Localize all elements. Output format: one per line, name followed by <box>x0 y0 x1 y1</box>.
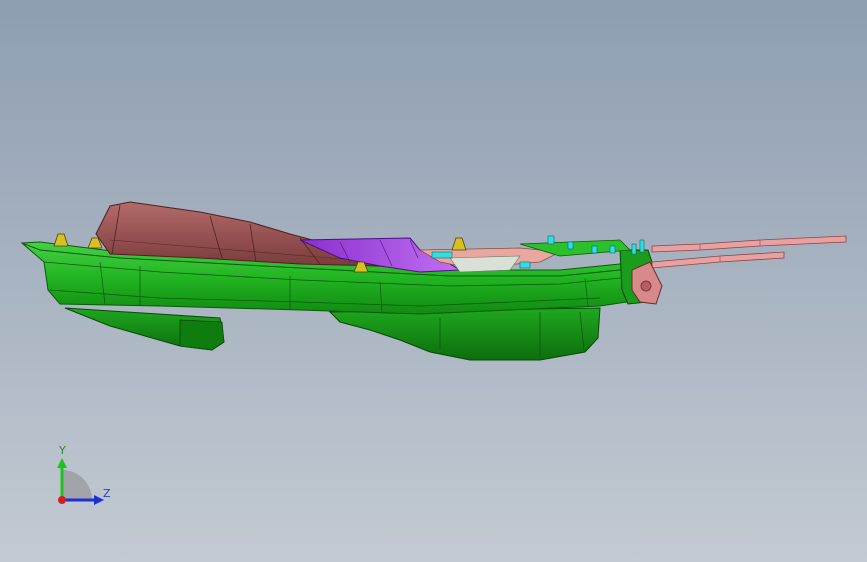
triad-plane <box>62 470 92 500</box>
y-axis-arrow <box>57 458 67 468</box>
graphics-viewport[interactable]: Y Z <box>0 0 867 562</box>
pink-blades <box>651 235 847 269</box>
x-axis-dot <box>58 496 66 504</box>
y-axis-label: Y <box>59 444 66 457</box>
z-axis-label: Z <box>103 487 111 500</box>
lower-left-block <box>64 307 225 351</box>
lower-right-belly <box>328 307 601 361</box>
orientation-triad <box>57 458 104 505</box>
3d-model-view[interactable] <box>0 0 867 562</box>
